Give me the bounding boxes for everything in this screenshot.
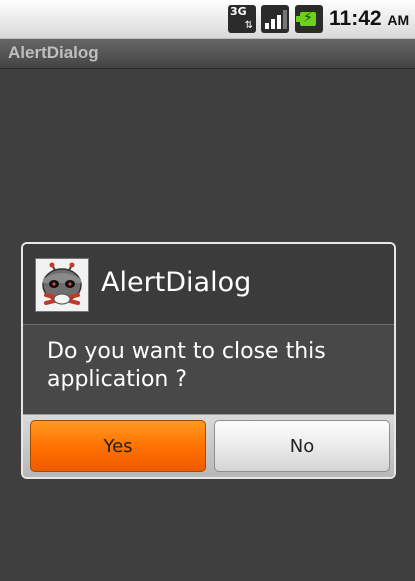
alert-dialog: AlertDialog Do you want to close this ap… xyxy=(21,242,396,479)
yes-button-label: Yes xyxy=(103,435,133,457)
signal-bar-4 xyxy=(283,10,287,29)
app-title-bar: AlertDialog xyxy=(0,39,415,69)
app-title: AlertDialog xyxy=(8,43,99,62)
android-robot-icon xyxy=(36,259,88,311)
dialog-header: AlertDialog xyxy=(23,244,394,325)
network-type-label: 3G xyxy=(230,5,247,18)
yes-button[interactable]: Yes xyxy=(30,420,206,472)
battery-charging-icon: ⚡ xyxy=(295,5,323,33)
dialog-title: AlertDialog xyxy=(101,267,252,298)
app-screen: 3G ⇅ ⚡ 11:42 AM AlertDialog AlertDialog … xyxy=(0,0,415,581)
dialog-message: Do you want to close this application ? xyxy=(47,339,326,392)
no-button-label: No xyxy=(289,435,315,457)
status-bar: 3G ⇅ ⚡ 11:42 AM xyxy=(0,0,415,39)
clock-ampm: AM xyxy=(387,12,410,28)
clock-time: 11:42 xyxy=(329,7,382,30)
signal-strength-icon xyxy=(261,5,289,33)
signal-bar-3 xyxy=(277,15,281,29)
no-button[interactable]: No xyxy=(214,420,390,472)
network-activity-icon: ⇅ xyxy=(244,20,253,31)
status-clock: 11:42 AM xyxy=(329,6,409,33)
signal-bar-2 xyxy=(271,19,275,29)
dialog-button-bar: Yes No xyxy=(23,414,394,477)
android-app-icon xyxy=(35,258,89,312)
signal-bar-1 xyxy=(265,23,269,29)
network-3g-icon: 3G ⇅ xyxy=(228,5,256,33)
charging-bolt-icon: ⚡ xyxy=(303,10,313,26)
